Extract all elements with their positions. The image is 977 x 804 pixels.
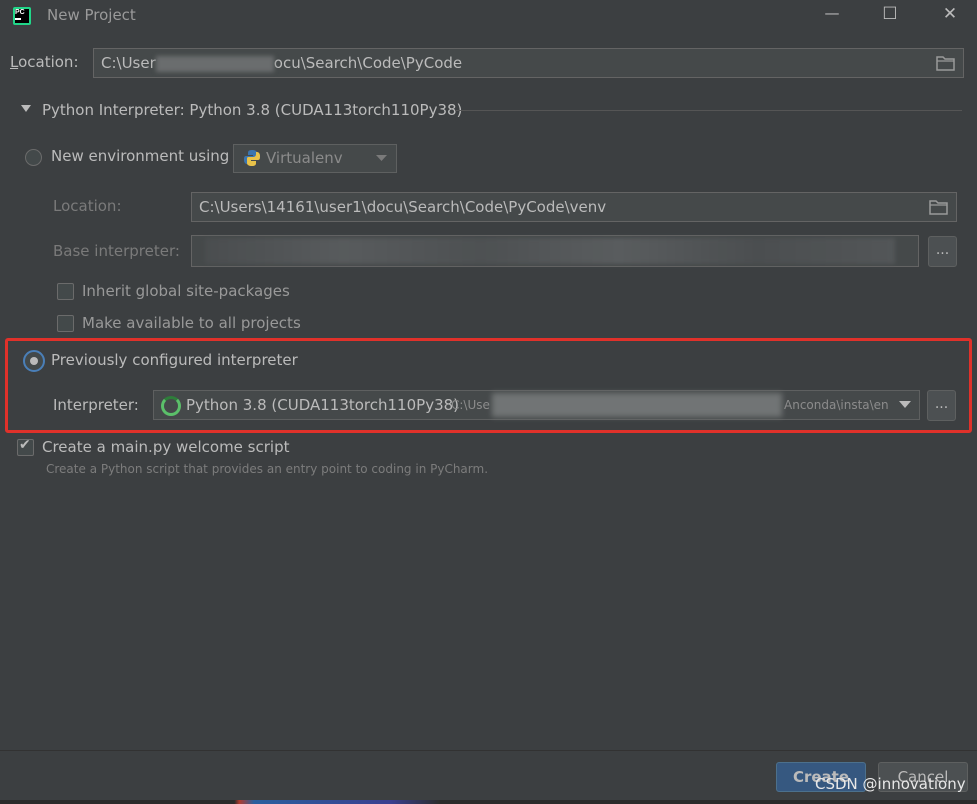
new-environment-radio[interactable] <box>25 149 42 166</box>
venv-location-field[interactable]: C:\Users\14161\user1\docu\Search\Code\Py… <box>191 192 957 222</box>
interpreter-label: Interpreter: <box>53 396 139 414</box>
taskbar-edge <box>0 800 977 804</box>
previously-configured-label[interactable]: Previously configured interpreter <box>51 351 298 369</box>
inherit-site-packages-label: Inherit global site-packages <box>82 282 290 300</box>
make-available-label: Make available to all projects <box>82 314 301 332</box>
welcome-script-label[interactable]: Create a main.py welcome script <box>42 438 289 456</box>
interpreter-path-end: Anconda\insta\en <box>784 398 889 412</box>
redacted-blur <box>155 55 274 72</box>
environment-type-value: Virtualenv <box>266 149 343 167</box>
interpreter-path-start: C:\Use <box>451 398 490 412</box>
new-environment-label[interactable]: New environment using <box>51 147 229 165</box>
interpreter-name: Python 3.8 (CUDA113torch110Py38) <box>186 396 460 414</box>
base-interpreter-label: Base interpreter: <box>53 242 180 260</box>
python-logo-icon <box>244 150 260 166</box>
chevron-down-icon[interactable] <box>899 401 911 409</box>
redacted-blur <box>492 393 782 417</box>
section-divider <box>455 110 962 111</box>
watermark-text: CSDN @innovationy <box>815 775 966 793</box>
close-button[interactable]: ✕ <box>930 4 970 30</box>
make-available-checkbox[interactable] <box>57 315 74 332</box>
footer-divider <box>0 750 977 751</box>
inherit-site-packages-checkbox[interactable] <box>57 283 74 300</box>
location-value-start: C:\User <box>101 54 156 72</box>
check-mark-icon: ✔ <box>19 437 31 453</box>
chevron-down-icon <box>376 155 387 161</box>
pycharm-logo-icon: PC <box>13 7 31 25</box>
folder-icon[interactable] <box>929 199 949 215</box>
collapse-triangle-icon[interactable] <box>20 104 32 114</box>
python-interpreter-icon <box>161 396 181 416</box>
redacted-blur <box>205 238 895 264</box>
venv-location-label: Location: <box>53 197 122 215</box>
minimize-button[interactable]: — <box>812 4 852 30</box>
welcome-script-description: Create a Python script that provides an … <box>46 462 489 476</box>
app-icon-text: PC <box>15 9 25 16</box>
window-title: New Project <box>47 6 136 24</box>
base-interpreter-browse-button[interactable]: ... <box>928 236 957 267</box>
folder-icon[interactable] <box>936 55 956 71</box>
location-label: Location: <box>10 53 79 71</box>
interpreter-browse-button[interactable]: ... <box>927 390 956 421</box>
section-title: Python Interpreter: Python 3.8 (CUDA113t… <box>42 101 463 119</box>
location-value-end: ocu\Search\Code\PyCode <box>273 54 463 72</box>
previously-configured-radio[interactable] <box>23 350 45 372</box>
maximize-button[interactable]: ☐ <box>870 4 910 30</box>
location-field[interactable]: C:\User ocu\Search\Code\PyCode <box>93 48 964 78</box>
